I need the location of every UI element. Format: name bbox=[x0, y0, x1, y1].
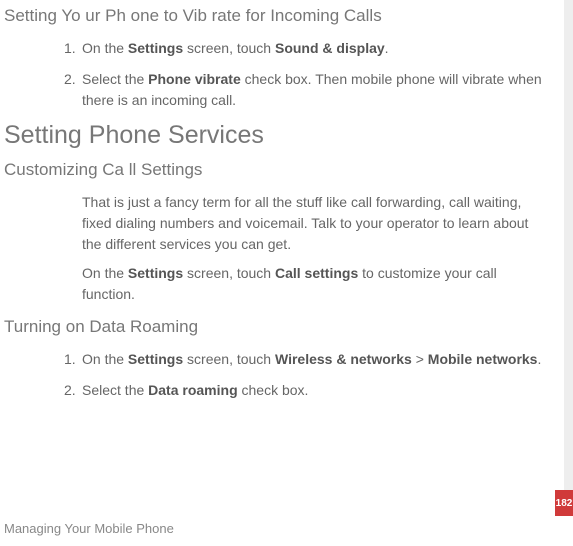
bold-text: Sound & display bbox=[275, 40, 385, 56]
paragraph: On the Settings screen, touch Call setti… bbox=[82, 263, 543, 305]
step-text: On the bbox=[82, 40, 128, 56]
side-bar bbox=[564, 0, 573, 490]
heading-phone-services: Setting Phone Services bbox=[4, 121, 553, 150]
step-text: check box. bbox=[238, 382, 309, 398]
page-content: Setting Yo ur Ph one to Vib rate for Inc… bbox=[0, 0, 573, 421]
paragraph: That is just a fancy term for all the st… bbox=[82, 192, 543, 255]
step-text: screen, touch bbox=[183, 351, 275, 367]
bold-text: Settings bbox=[128, 265, 183, 281]
bold-text: Data roaming bbox=[148, 382, 237, 398]
step-text: screen, touch bbox=[183, 40, 275, 56]
step-text: . bbox=[537, 351, 541, 367]
bold-text: Mobile networks bbox=[428, 351, 538, 367]
subsection-data-roaming: Turning on Data Roaming bbox=[4, 317, 553, 337]
roaming-steps: 1. On the Settings screen, touch Wireles… bbox=[4, 349, 553, 401]
step-number: 2. bbox=[64, 69, 76, 90]
step-text: > bbox=[412, 351, 428, 367]
bold-text: Settings bbox=[128, 351, 183, 367]
list-item: 2. Select the Phone vibrate check box. T… bbox=[82, 69, 553, 111]
bold-text: Call settings bbox=[275, 265, 358, 281]
footer-text: Managing Your Mobile Phone bbox=[4, 521, 174, 536]
step-number: 2. bbox=[64, 380, 76, 401]
list-item: 1. On the Settings screen, touch Sound &… bbox=[82, 38, 553, 59]
step-text: . bbox=[385, 40, 389, 56]
bold-text: Wireless & networks bbox=[275, 351, 412, 367]
step-number: 1. bbox=[64, 349, 76, 370]
step-number: 1. bbox=[64, 38, 76, 59]
list-item: 1. On the Settings screen, touch Wireles… bbox=[82, 349, 553, 370]
vibrate-steps: 1. On the Settings screen, touch Sound &… bbox=[4, 38, 553, 111]
text: screen, touch bbox=[183, 265, 275, 281]
step-text: Select the bbox=[82, 382, 148, 398]
section-title-vibrate: Setting Yo ur Ph one to Vib rate for Inc… bbox=[4, 6, 553, 26]
list-item: 2. Select the Data roaming check box. bbox=[82, 380, 553, 401]
step-text: Select the bbox=[82, 71, 148, 87]
bold-text: Settings bbox=[128, 40, 183, 56]
bold-text: Phone vibrate bbox=[148, 71, 241, 87]
subsection-call-settings: Customizing Ca ll Settings bbox=[4, 160, 553, 180]
text: On the bbox=[82, 265, 128, 281]
page-number-tab: 182 bbox=[555, 490, 573, 516]
step-text: On the bbox=[82, 351, 128, 367]
